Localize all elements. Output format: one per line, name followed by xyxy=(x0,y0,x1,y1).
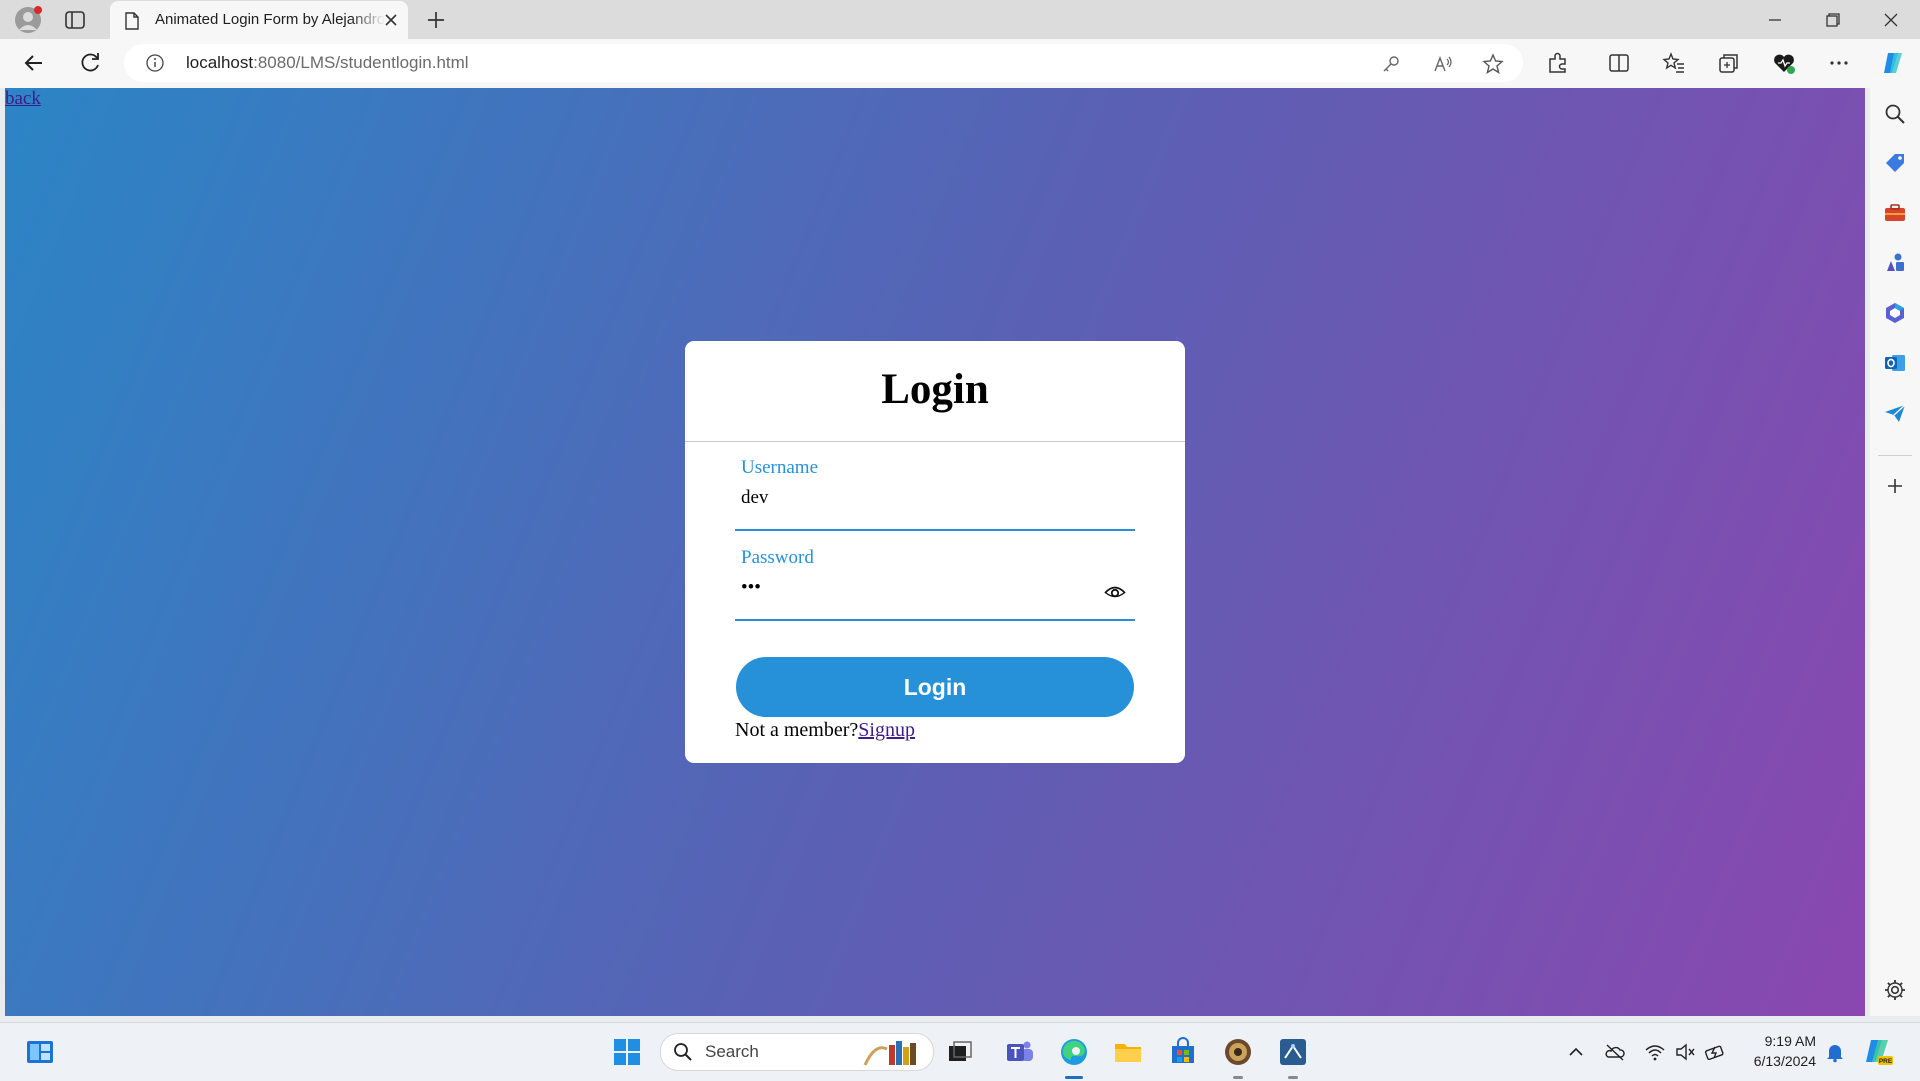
refresh-icon[interactable] xyxy=(76,49,104,77)
back-link[interactable]: back xyxy=(5,88,41,110)
browser-toolbar: localhost:8080/LMS/studentlogin.html xyxy=(0,39,1920,88)
page-icon xyxy=(125,12,139,30)
username-field[interactable]: Username dev xyxy=(735,457,1135,531)
back-arrow-icon[interactable] xyxy=(20,49,48,77)
onedrive-offline-icon[interactable] xyxy=(1604,1041,1626,1063)
new-tab-icon[interactable] xyxy=(424,8,448,32)
windows-taskbar: Search 9:19 AM 6/13/2024 PRE xyxy=(0,1022,1920,1081)
password-label: Password xyxy=(741,547,814,568)
notification-bell-icon[interactable] xyxy=(1824,1041,1846,1063)
edge-browser-icon[interactable] xyxy=(1058,1036,1090,1068)
task-view-icon[interactable] xyxy=(944,1036,976,1068)
password-input[interactable]: ••• xyxy=(741,577,761,599)
app2-running-indicator xyxy=(1288,1076,1298,1079)
taskbar-search-placeholder: Search xyxy=(705,1042,759,1061)
more-options-icon[interactable] xyxy=(1826,50,1852,76)
url-text[interactable]: localhost:8080/LMS/studentlogin.html xyxy=(186,53,469,73)
card-divider xyxy=(685,441,1185,442)
username-label: Username xyxy=(741,457,819,478)
edge-active-indicator xyxy=(1065,1076,1083,1079)
shopping-tag-icon[interactable] xyxy=(1883,151,1907,175)
taskbar-search-box[interactable]: Search xyxy=(660,1033,934,1071)
wifi-icon[interactable] xyxy=(1644,1041,1666,1063)
favorites-icon[interactable] xyxy=(1661,50,1687,76)
page-viewport: back Login Username dev Password ••• Log… xyxy=(5,88,1865,1016)
taskbar-clock[interactable]: 9:19 AM 6/13/2024 xyxy=(1736,1031,1816,1071)
sidebar-settings-icon[interactable] xyxy=(1883,978,1907,1002)
widgets-icon[interactable] xyxy=(24,1036,56,1068)
url-path: :8080/LMS/studentlogin.html xyxy=(253,53,469,72)
collections-icon[interactable] xyxy=(1716,50,1742,76)
password-key-icon[interactable] xyxy=(1380,53,1402,75)
show-password-eye-icon[interactable] xyxy=(1103,581,1127,601)
split-screen-icon[interactable] xyxy=(1606,50,1632,76)
games-icon[interactable] xyxy=(1883,251,1907,275)
restore-icon[interactable] xyxy=(1820,8,1846,32)
app-icon-round[interactable] xyxy=(1222,1036,1254,1068)
windows-start-icon[interactable] xyxy=(611,1036,643,1068)
read-aloud-icon[interactable] xyxy=(1432,53,1454,75)
battery-charging-icon[interactable] xyxy=(1704,1041,1726,1063)
sidebar-add-icon[interactable] xyxy=(1883,474,1907,498)
speaker-muted-icon[interactable] xyxy=(1674,1041,1696,1063)
window-close-icon[interactable] xyxy=(1878,8,1904,32)
edge-sidebar xyxy=(1870,88,1920,1016)
clock-date: 6/13/2024 xyxy=(1753,1053,1816,1069)
tab-title: Animated Login Form by Alejandro xyxy=(155,11,385,28)
site-info-icon[interactable] xyxy=(146,54,164,72)
vscode-style-icon[interactable] xyxy=(1277,1036,1309,1068)
tab-close-icon[interactable] xyxy=(380,9,402,31)
address-bar[interactable]: localhost:8080/LMS/studentlogin.html xyxy=(124,44,1523,82)
microsoft-store-icon[interactable] xyxy=(1167,1036,1199,1068)
show-hidden-icons-chevron-icon[interactable] xyxy=(1565,1041,1587,1063)
pre-badge-text: PRE xyxy=(1879,1058,1893,1065)
minimize-icon[interactable] xyxy=(1762,8,1788,32)
favorite-star-icon[interactable] xyxy=(1482,53,1504,75)
signup-link[interactable]: Signup xyxy=(858,719,915,741)
microsoft-365-icon[interactable] xyxy=(1883,301,1907,325)
copilot-icon[interactable] xyxy=(1880,50,1906,76)
outlook-icon[interactable] xyxy=(1883,351,1907,375)
login-card: Login Username dev Password ••• Login No… xyxy=(685,341,1185,763)
username-input[interactable]: dev xyxy=(741,487,768,509)
url-host: localhost xyxy=(186,53,254,72)
app-running-indicator xyxy=(1233,1076,1243,1079)
extensions-icon[interactable] xyxy=(1545,50,1571,76)
login-button[interactable]: Login xyxy=(736,657,1134,717)
browser-tab-active[interactable]: Animated Login Form by Alejandro xyxy=(110,1,408,39)
browser-essentials-icon[interactable] xyxy=(1771,50,1797,76)
signup-row: Not a member?Signup xyxy=(735,719,915,742)
taskbar-search-icon xyxy=(674,1043,692,1061)
tools-briefcase-icon[interactable] xyxy=(1883,201,1907,225)
file-explorer-icon[interactable] xyxy=(1112,1036,1144,1068)
login-heading: Login xyxy=(881,366,989,413)
teams-icon[interactable] xyxy=(1004,1036,1036,1068)
password-field[interactable]: Password ••• xyxy=(735,547,1135,621)
search-highlight-books-icon xyxy=(863,1041,916,1066)
profile-avatar-icon[interactable] xyxy=(14,6,42,34)
send-icon[interactable] xyxy=(1883,401,1907,425)
sidebar-divider xyxy=(1878,455,1912,456)
sidebar-search-icon[interactable] xyxy=(1883,102,1907,126)
tab-actions-icon[interactable] xyxy=(64,9,86,31)
copilot-pre-icon[interactable]: PRE xyxy=(1862,1036,1894,1068)
clock-time: 9:19 AM xyxy=(1764,1033,1816,1049)
not-member-text: Not a member? xyxy=(735,719,859,741)
browser-tab-bar: Animated Login Form by Alejandro xyxy=(0,0,1920,39)
